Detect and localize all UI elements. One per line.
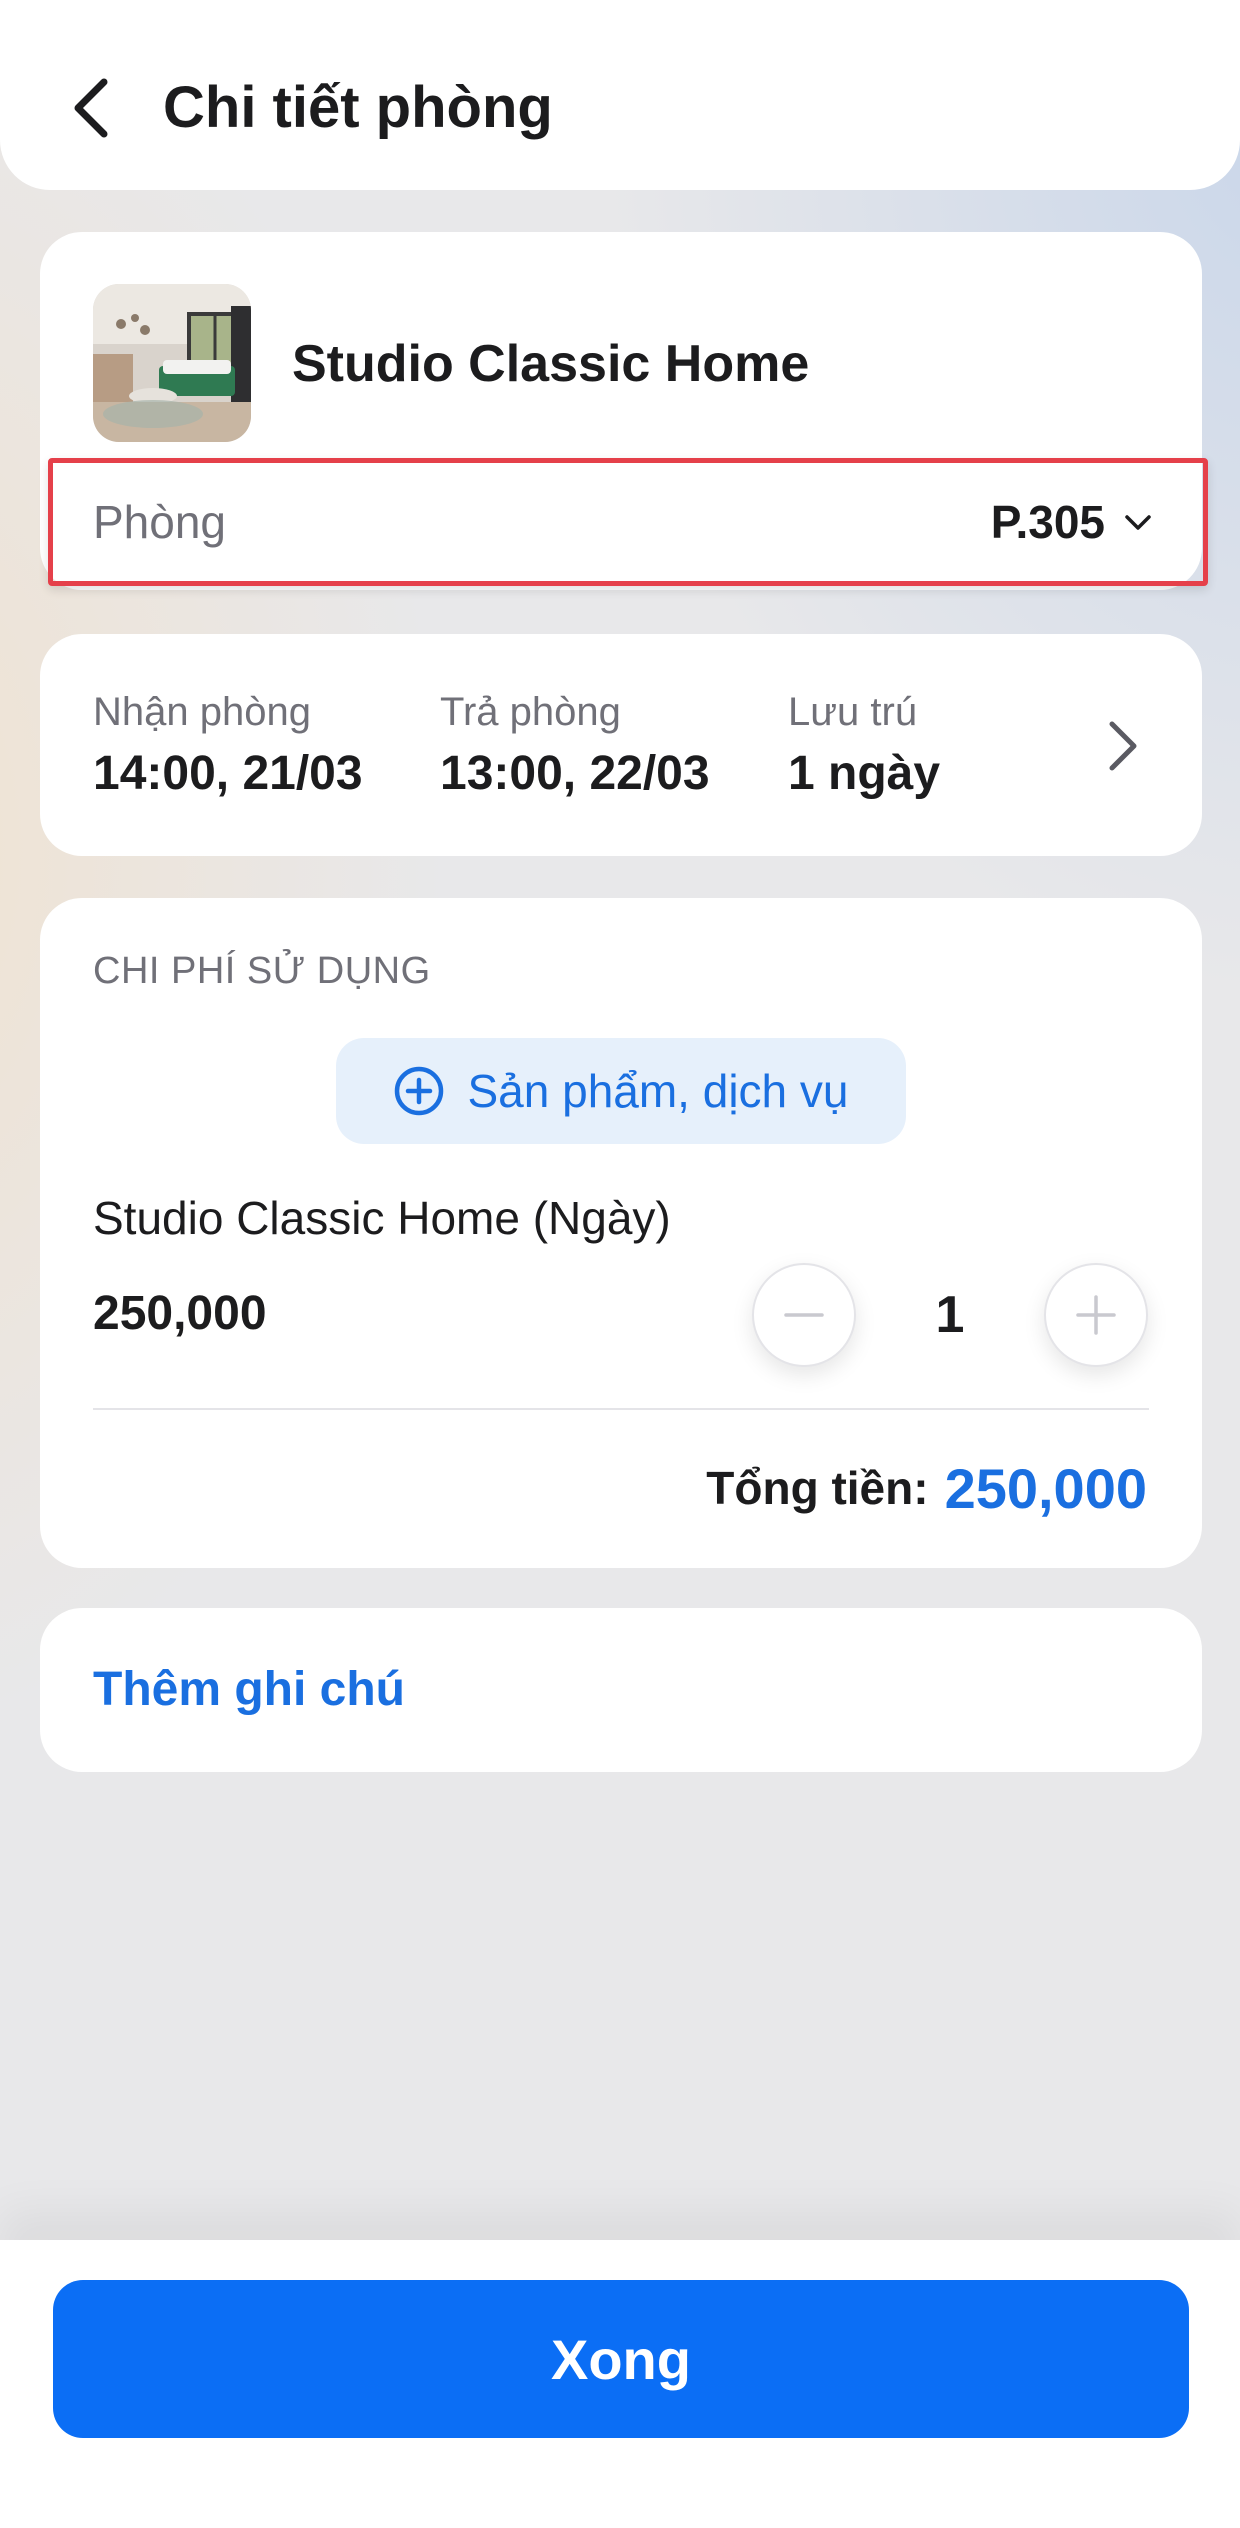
checkout-value: 13:00, 22/03 — [440, 747, 710, 800]
cost-card: CHI PHÍ SỬ DỤNG Sản phẩm, dịch vụ Studio… — [40, 898, 1202, 1568]
checkout-block: Trả phòng 13:00, 22/03 — [440, 686, 710, 804]
page-title: Chi tiết phòng — [163, 75, 553, 140]
chevron-left-icon — [74, 78, 108, 138]
checkout-label: Trả phòng — [440, 690, 621, 734]
duration-label: Lưu trú — [788, 690, 918, 734]
plus-circle-icon — [395, 1066, 444, 1116]
cost-section-title: CHI PHÍ SỬ DỤNG — [93, 950, 431, 992]
add-service-label: Sản phẩm, dịch vụ — [467, 1065, 849, 1117]
app-header: Chi tiết phòng — [0, 0, 1240, 190]
total-label: Tổng tiền: — [706, 1462, 929, 1514]
room-name: Studio Classic Home — [292, 335, 810, 393]
duration-value: 1 ngày — [788, 747, 941, 800]
note-card: Thêm ghi chú — [40, 1608, 1202, 1772]
done-button-label: Xong — [551, 2327, 691, 2391]
footer-bar: Xong — [0, 2240, 1240, 2528]
add-note-link[interactable]: Thêm ghi chú — [93, 1658, 405, 1722]
duration-block: Lưu trú 1 ngày — [788, 686, 940, 804]
service-item-price: 250,000 — [93, 1287, 267, 1340]
room-card: Studio Classic Home Phòng P.305 — [40, 232, 1208, 590]
chevron-right-icon[interactable] — [1102, 716, 1142, 776]
chevron-down-icon — [1125, 515, 1151, 530]
back-button[interactable] — [60, 68, 120, 148]
room-thumbnail — [93, 284, 251, 442]
checkin-block: Nhận phòng 14:00, 21/03 — [93, 686, 363, 804]
checkin-value: 14:00, 21/03 — [93, 747, 363, 800]
quantity-value: 1 — [935, 1286, 965, 1344]
stay-dates-card[interactable]: Nhận phòng 14:00, 21/03 Trả phòng 13:00,… — [40, 634, 1202, 856]
minus-icon — [784, 1313, 824, 1317]
increase-quantity-button[interactable] — [1044, 1263, 1148, 1367]
decrease-quantity-button[interactable] — [752, 1263, 856, 1367]
room-label: Phòng — [93, 496, 227, 548]
service-item-name: Studio Classic Home (Ngày) — [93, 1192, 671, 1244]
total-value: 250,000 — [944, 1456, 1147, 1520]
cost-divider — [93, 1408, 1149, 1410]
total-row: Tổng tiền: 250,000 — [706, 1448, 1147, 1528]
room-number-selector[interactable]: Phòng P.305 — [48, 458, 1208, 586]
plus-icon — [1076, 1295, 1116, 1335]
add-service-button[interactable]: Sản phẩm, dịch vụ — [336, 1038, 906, 1144]
done-button[interactable]: Xong — [53, 2280, 1189, 2438]
room-number-value: P.305 — [990, 496, 1105, 548]
checkin-label: Nhận phòng — [93, 690, 311, 734]
